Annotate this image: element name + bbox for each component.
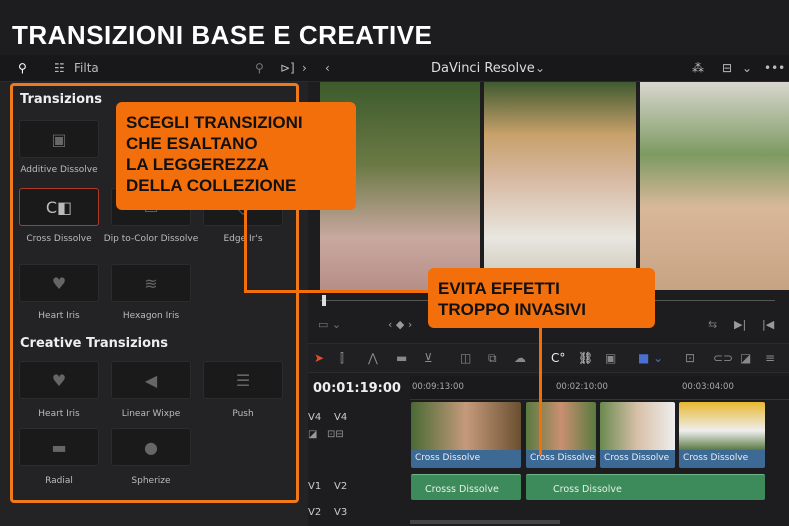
- track-label: V4: [308, 412, 322, 423]
- horizontal-scrollbar[interactable]: [410, 520, 560, 524]
- lock-icon[interactable]: ▣: [605, 351, 616, 365]
- filter-icon[interactable]: ☷: [54, 61, 65, 75]
- callout-connector: [539, 325, 542, 455]
- next-frame-icon[interactable]: ▶|: [734, 318, 746, 331]
- insert-icon[interactable]: ⊻: [424, 351, 433, 365]
- menu-icon[interactable]: ≡: [765, 351, 775, 365]
- viewer-image-3: [640, 82, 789, 290]
- video-clip[interactable]: Cross Dissolve: [411, 402, 521, 468]
- keyframe-nav-icon[interactable]: ‹ ◆ ›: [388, 318, 412, 331]
- app-title: DaVinci Resolve: [431, 61, 535, 76]
- track-label: V1: [308, 481, 322, 492]
- video-clip[interactable]: Cross Dissolve: [526, 402, 596, 468]
- ripple-icon[interactable]: ☁: [514, 351, 526, 365]
- viewer-image-2: [484, 82, 636, 290]
- ruler-tick-label: 00:09:13:00: [412, 382, 464, 392]
- view-options-icon[interactable]: ⊡: [685, 351, 695, 365]
- track-label: V2: [334, 481, 348, 492]
- callout-line: SCEGLI TRANSIZIONI: [126, 113, 303, 132]
- page-title: TRANSIZIONI BASE E CREATIVE: [12, 20, 433, 50]
- replace-icon[interactable]: ⧉: [488, 351, 497, 366]
- chevron-left-icon[interactable]: ‹: [325, 61, 330, 75]
- layout-icon[interactable]: ⊟: [722, 61, 732, 75]
- timecode-display: 00:01:19:00: [313, 381, 401, 396]
- blade-tool-icon[interactable]: ▬: [396, 351, 407, 365]
- marker-icon[interactable]: ◪: [740, 351, 751, 365]
- audio-clip[interactable]: Crosss Dissolve: [411, 474, 521, 500]
- video-clip[interactable]: Cross Dissolve: [679, 402, 765, 468]
- dynamic-trim-icon[interactable]: ⋀: [368, 351, 378, 365]
- track-toggle-icon[interactable]: ◪ ⊡⊟: [308, 429, 344, 440]
- more-icon[interactable]: •••: [764, 61, 785, 75]
- audio-clip[interactable]: Cross Dissolve: [526, 474, 765, 500]
- trim-tool-icon[interactable]: ⫿: [340, 351, 344, 366]
- callout-connector: [244, 205, 247, 293]
- callout-line: EVITA EFFETTI: [438, 279, 560, 298]
- link-icon[interactable]: ⛓: [578, 351, 593, 365]
- playhead-handle[interactable]: [322, 295, 326, 306]
- track-label: V4: [334, 412, 348, 423]
- chevron-down-icon[interactable]: ⌄: [535, 61, 545, 75]
- callout-avoid-effects: EVITA EFFETTI TROPPO INVASIVI: [428, 268, 655, 328]
- select-tool-icon[interactable]: ➤: [314, 351, 324, 365]
- top-toolbar: ⚲ ☷ Filta ⚲ ⊳] › ‹ DaVinci Resolve ⌄ ⁂ ⊟…: [0, 55, 789, 82]
- ruler-tick-label: 00:02:10:00: [556, 382, 608, 392]
- callout-choose-transitions: SCEGLI TRANSIZIONI CHE ESALTANO LA LEGGE…: [116, 102, 356, 210]
- track-label: V3: [334, 507, 348, 518]
- video-clip[interactable]: Cross Dissolve: [600, 402, 675, 468]
- ruler-tick-label: 00:03:04:00: [682, 382, 734, 392]
- clip-transition-label: Cross Dissolve: [526, 450, 596, 468]
- timeline-ruler[interactable]: 00:09:13:00 00:02:10:00 00:03:04:00: [410, 376, 789, 400]
- search-icon[interactable]: ⚲: [255, 61, 264, 75]
- audio-icon[interactable]: ⁂: [692, 61, 704, 75]
- timeline-toolbar: ➤ ⫿ ⋀ ▬ ⊻ ◫ ⧉ ☁ C° ⛓ ▣ ■ ⌄ ⊡ ⊂⊃ ◪ ≡: [308, 343, 789, 373]
- chevron-down-icon[interactable]: ⌄: [742, 61, 752, 75]
- clip-label: Cross Dissolve: [553, 484, 622, 495]
- callout-line: CHE ESALTANO: [126, 134, 258, 153]
- flag-icon[interactable]: ■ ⌄: [638, 351, 663, 365]
- callout-connector: [244, 290, 430, 293]
- clip-transition-label: Cross Dissolve: [600, 450, 675, 468]
- clip-transition-label: Cross Dissolve: [411, 450, 521, 468]
- chevron-right-icon[interactable]: ›: [302, 61, 307, 75]
- overwrite-icon[interactable]: ◫: [460, 351, 471, 365]
- track-label: V2: [308, 507, 322, 518]
- panel-toggle-icon[interactable]: ⊳]: [280, 61, 295, 75]
- search-icon[interactable]: ⚲: [18, 61, 27, 75]
- audio-track-icon[interactable]: ⊂⊃: [713, 351, 733, 365]
- view-mode-icon[interactable]: ▭ ⌄: [318, 318, 341, 331]
- callout-line: TROPPO INVASIVI: [438, 300, 586, 319]
- snapping-icon[interactable]: C°: [551, 351, 565, 365]
- clip-label: Crosss Dissolve: [425, 484, 499, 495]
- callout-line: LA LEGGEREZZA: [126, 155, 269, 174]
- clip-transition-label: Cross Dissolve: [679, 450, 765, 468]
- skip-start-icon[interactable]: |◀: [762, 318, 774, 331]
- filter-button[interactable]: Filta: [74, 61, 99, 75]
- callout-line: DELLA COLLEZIONE: [126, 176, 297, 195]
- loop-icon[interactable]: ⇆: [708, 318, 717, 331]
